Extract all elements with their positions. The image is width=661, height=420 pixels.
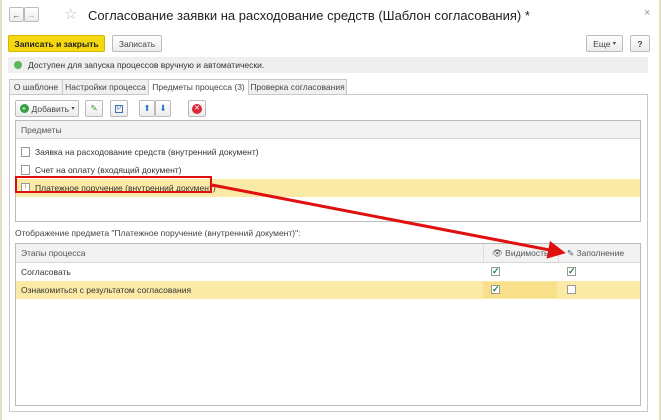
annotation-arrow	[211, 183, 566, 259]
